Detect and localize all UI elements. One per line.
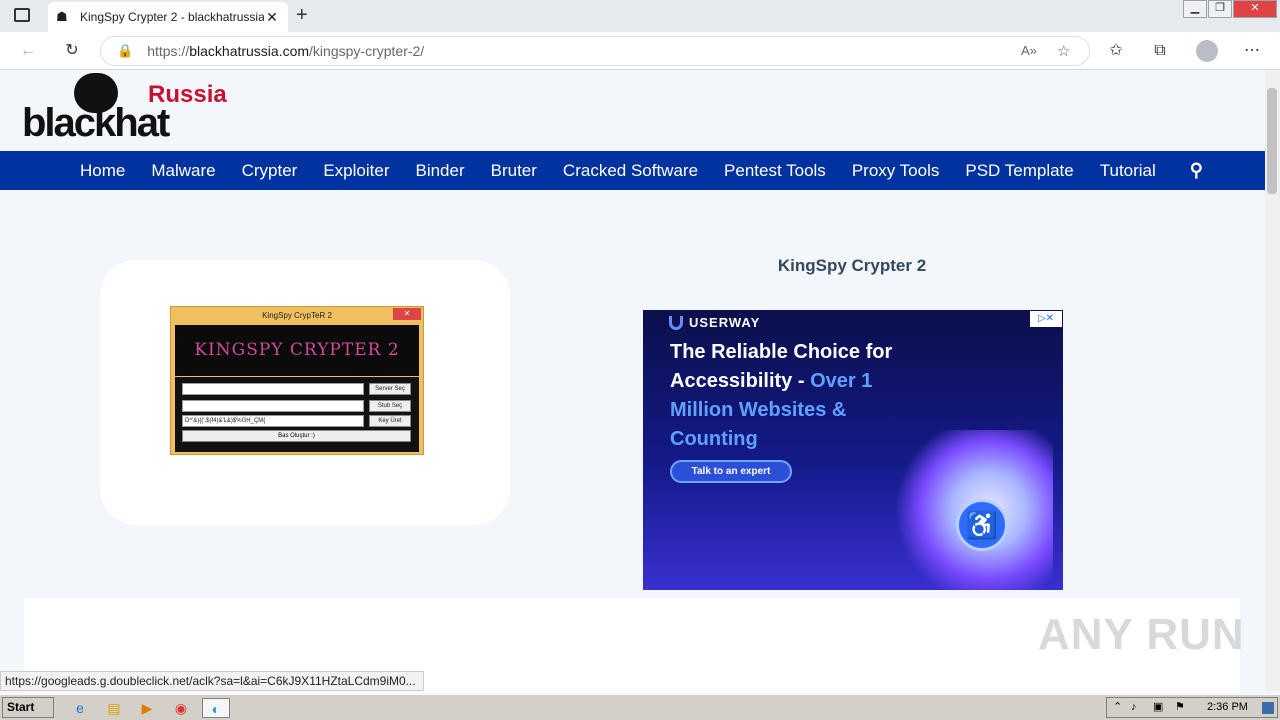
- app-banner: KINGSPY CRYPTER 2: [175, 325, 419, 376]
- clock[interactable]: 2:36 PM: [1207, 698, 1248, 717]
- ie-icon[interactable]: e: [70, 698, 90, 718]
- favorites-icon[interactable]: ✩: [1105, 40, 1127, 62]
- chrome-icon[interactable]: ◉: [171, 698, 191, 718]
- edge-taskbar-icon[interactable]: ◐: [202, 698, 230, 718]
- close-window-button[interactable]: ✕: [1233, 0, 1277, 18]
- profile-avatar[interactable]: [1196, 40, 1218, 62]
- app-stub-field: [182, 400, 364, 412]
- nav-exploiter[interactable]: Exploiter: [323, 161, 389, 181]
- explorer-icon[interactable]: ▤: [104, 698, 124, 718]
- minimize-button[interactable]: ▁: [1183, 0, 1207, 18]
- app-window-title: KingSpy CrypTeR 2: [262, 311, 332, 320]
- site-logo[interactable]: Russia blackhat: [22, 71, 262, 149]
- volume-icon[interactable]: ♪: [1131, 698, 1137, 717]
- scrollbar-thumb[interactable]: [1267, 88, 1277, 194]
- windows-taskbar: Start e ▤ ▶ ◉ ◐ ⌃ ♪ ▣ ⚑ 2:36 PM: [0, 694, 1280, 720]
- nav-bruter[interactable]: Bruter: [491, 161, 537, 181]
- main-navigation: Home Malware Crypter Exploiter Binder Br…: [0, 151, 1265, 190]
- flag-icon[interactable]: ⚑: [1175, 698, 1185, 717]
- link-status-bar: https://googleads.g.doubleclick.net/aclk…: [0, 671, 424, 691]
- logo-blackhat-text: blackhat: [22, 101, 170, 145]
- address-bar[interactable]: 🔒 https:// blackhatrussia.com /kingspy-c…: [100, 36, 1090, 66]
- nav-pentest-tools[interactable]: Pentest Tools: [724, 161, 826, 181]
- nav-proxy-tools[interactable]: Proxy Tools: [852, 161, 940, 181]
- new-tab-button[interactable]: +: [296, 4, 308, 27]
- ad-brand: USERWAY: [689, 315, 761, 330]
- url-path: /kingspy-crypter-2/: [309, 43, 425, 59]
- nav-malware[interactable]: Malware: [151, 161, 215, 181]
- nav-home[interactable]: Home: [80, 161, 125, 181]
- media-player-icon[interactable]: ▶: [137, 698, 157, 718]
- nav-cracked-software[interactable]: Cracked Software: [563, 161, 698, 181]
- nav-tutorial[interactable]: Tutorial: [1100, 161, 1156, 181]
- ad-headline: The Reliable Choice for Accessibility - …: [670, 338, 920, 454]
- tab-actions-icon[interactable]: [14, 8, 30, 22]
- tab-title: KingSpy Crypter 2 - blackhatrussia: [80, 10, 264, 24]
- nav-crypter[interactable]: Crypter: [242, 161, 298, 181]
- restore-button[interactable]: ❐: [1208, 0, 1232, 18]
- collections-icon[interactable]: ⧉: [1149, 40, 1171, 62]
- ad-choices-icon[interactable]: ▷✕: [1030, 311, 1062, 327]
- crypter-screenshot: KingSpy CrypTeR 2 ✕ KINGSPY CRYPTER 2 D^…: [170, 306, 424, 455]
- app-stub-button: Stub Seç: [369, 400, 411, 412]
- more-menu-icon[interactable]: ⋯: [1241, 40, 1263, 62]
- back-icon[interactable]: ←: [17, 40, 39, 62]
- browser-title-bar: ☗ KingSpy Crypter 2 - blackhatrussia ✕ +…: [0, 0, 1280, 32]
- url-host: blackhatrussia.com: [189, 43, 310, 59]
- post-title: KingSpy Crypter 2: [777, 256, 927, 275]
- lock-icon: 🔒: [117, 43, 134, 58]
- show-desktop-icon[interactable]: [1262, 702, 1274, 714]
- network-icon[interactable]: ▣: [1153, 698, 1163, 717]
- nav-psd-template[interactable]: PSD Template: [965, 161, 1073, 181]
- browser-tab[interactable]: ☗ KingSpy Crypter 2 - blackhatrussia ✕: [48, 2, 288, 32]
- app-build-button: Bas Oluştur :): [182, 430, 411, 442]
- refresh-icon[interactable]: ↻: [61, 40, 83, 62]
- tray-expand-icon[interactable]: ⌃: [1113, 698, 1122, 717]
- system-tray: ⌃ ♪ ▣ ⚑ 2:36 PM: [1106, 697, 1278, 718]
- start-button[interactable]: Start: [2, 697, 54, 718]
- url-scheme: https://: [147, 43, 190, 59]
- advertisement[interactable]: USERWAY The Reliable Choice for Accessib…: [643, 310, 1063, 590]
- add-favorite-icon[interactable]: ☆: [1057, 42, 1070, 60]
- accessibility-icon: ♿: [956, 499, 1008, 551]
- address-toolbar: ← ↻ 🔒 https:// blackhatrussia.com /kings…: [0, 32, 1280, 70]
- search-icon[interactable]: ⚲: [1190, 160, 1203, 181]
- app-key-button: Key Üret: [369, 415, 411, 427]
- read-aloud-icon[interactable]: A»: [1021, 43, 1037, 58]
- tab-close-icon[interactable]: ✕: [264, 9, 280, 26]
- watermark: ANY RUN: [1038, 610, 1245, 659]
- app-server-button: Server Seç: [369, 383, 411, 395]
- app-key-field: D^'&){('.$(f4)&'L&)$%GH_ÇM{: [182, 415, 364, 427]
- site-favicon-icon: ☗: [56, 9, 68, 24]
- nav-binder[interactable]: Binder: [415, 161, 464, 181]
- userway-logo-icon: [669, 316, 683, 330]
- ad-cta-button[interactable]: Talk to an expert: [670, 460, 792, 483]
- app-close-icon: ✕: [393, 308, 421, 320]
- app-server-field: [182, 383, 364, 395]
